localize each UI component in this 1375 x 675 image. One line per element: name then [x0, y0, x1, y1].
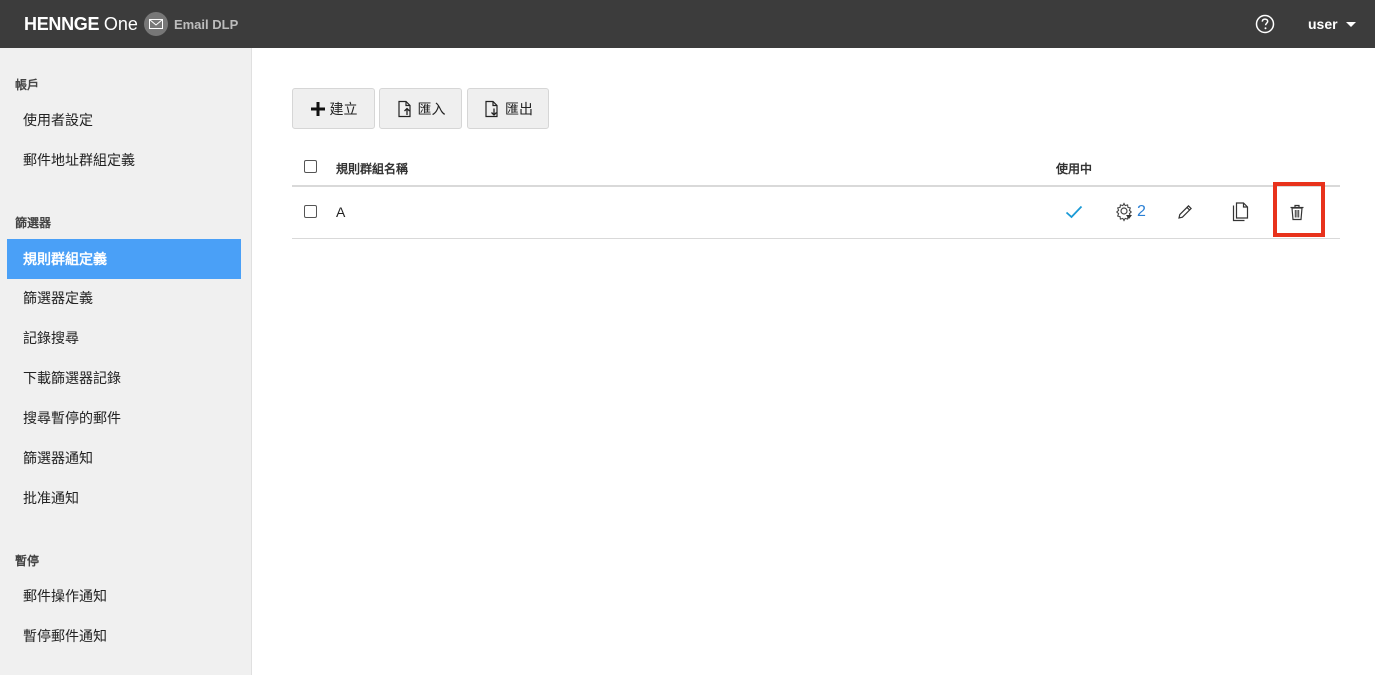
copy-icon[interactable] [1232, 200, 1250, 224]
brand[interactable]: HENNGE One Email DLP [24, 0, 238, 48]
brand-logo: HENNGE One [24, 14, 138, 35]
user-label: user [1308, 16, 1338, 32]
sidebar-item-search-held-mail[interactable]: 搜尋暫停的郵件 [7, 398, 241, 438]
rule-count: 2 [1137, 203, 1146, 220]
import-label: 匯入 [417, 100, 446, 117]
sidebar-section-hold: 暫停 [15, 554, 40, 568]
brand-name: HENNGE [24, 13, 100, 34]
column-header-name: 規則群組名稱 [336, 162, 409, 176]
sidebar: 帳戶 使用者設定 郵件地址群組定義 篩選器 規則群組定義 篩選器定義 記錄搜尋 … [0, 48, 252, 675]
plus-icon [310, 101, 325, 116]
help-icon[interactable] [1255, 14, 1275, 34]
pencil-icon[interactable] [1176, 200, 1194, 224]
brand-name-one: One [103, 13, 138, 34]
file-upload-icon [397, 100, 411, 117]
sidebar-item-log-search[interactable]: 記錄搜尋 [7, 318, 241, 358]
select-all-checkbox[interactable] [304, 160, 317, 173]
table-row[interactable]: A 2 [292, 188, 1340, 239]
sidebar-item-held-mail-notifications[interactable]: 暫停郵件通知 [7, 616, 241, 656]
import-button[interactable]: 匯入 [379, 88, 462, 129]
sidebar-item-download-logs[interactable]: 下載篩選器記錄 [7, 358, 241, 398]
delete-highlight-box [1273, 182, 1325, 237]
gear-icon [1115, 202, 1133, 222]
envelope-icon [143, 12, 168, 36]
product-name: Email DLP [173, 16, 239, 32]
sidebar-item-address-groups[interactable]: 郵件地址群組定義 [7, 140, 241, 180]
export-label: 匯出 [505, 100, 533, 117]
export-button[interactable]: 匯出 [467, 88, 549, 129]
sidebar-item-mail-action-notifications[interactable]: 郵件操作通知 [7, 576, 241, 616]
user-menu[interactable]: user [1308, 0, 1356, 48]
sidebar-section-account: 帳戶 [15, 78, 40, 92]
rule-group-name[interactable]: A [336, 204, 345, 220]
rules-button[interactable]: 2 [1115, 200, 1146, 224]
top-bar: HENNGE One Email DLP user [0, 0, 1375, 48]
sidebar-item-user-settings[interactable]: 使用者設定 [7, 100, 241, 140]
row-checkbox[interactable] [304, 205, 317, 218]
caret-down-icon [1345, 21, 1356, 27]
checkmark-icon [1065, 200, 1083, 224]
create-label: 建立 [329, 100, 358, 117]
table-header: 規則群組名稱 使用中 [292, 150, 1340, 187]
column-header-in-use: 使用中 [1056, 162, 1093, 176]
create-button[interactable]: 建立 [292, 88, 375, 129]
sidebar-item-approval-notifications[interactable]: 批准通知 [7, 478, 241, 518]
sidebar-section-filters: 篩選器 [15, 216, 52, 230]
sidebar-item-rule-groups[interactable]: 規則群組定義 [7, 239, 241, 279]
sidebar-item-filter-notifications[interactable]: 篩選器通知 [7, 438, 241, 478]
file-download-icon [485, 100, 498, 117]
sidebar-item-filter-definitions[interactable]: 篩選器定義 [7, 278, 241, 318]
